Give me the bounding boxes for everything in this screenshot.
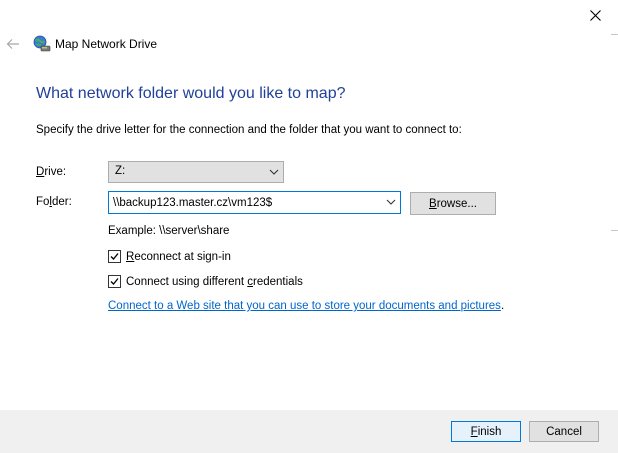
chevron-down-icon xyxy=(269,169,279,175)
folder-combobox[interactable] xyxy=(108,191,401,214)
main-heading: What network folder would you like to ma… xyxy=(36,85,346,102)
link-suffix: . xyxy=(500,300,505,312)
checkbox-box[interactable] xyxy=(108,250,121,263)
drive-value: Z: xyxy=(115,165,126,177)
credentials-label: Connect using different credentials xyxy=(126,275,303,288)
instruction-text: Specify the drive letter for the connect… xyxy=(36,124,462,136)
window-edge xyxy=(611,30,618,240)
example-text: Example: \\server\share xyxy=(108,225,230,237)
checkbox-box[interactable] xyxy=(108,275,121,288)
different-credentials-checkbox[interactable]: Connect using different credentials xyxy=(108,275,303,288)
reconnect-checkbox[interactable]: Reconnect at sign-in xyxy=(108,250,231,263)
chevron-down-icon[interactable] xyxy=(386,197,396,207)
drive-dropdown[interactable]: Z: xyxy=(108,161,284,183)
browse-button[interactable]: Browse... xyxy=(410,192,496,215)
reconnect-label: Reconnect at sign-in xyxy=(126,250,231,263)
cancel-button[interactable]: Cancel xyxy=(529,421,599,442)
map-network-drive-dialog: Map Network Drive What network folder wo… xyxy=(0,0,618,453)
back-button[interactable] xyxy=(4,34,22,54)
checkmark-icon xyxy=(110,278,119,285)
footer-bar xyxy=(0,410,618,453)
close-button[interactable] xyxy=(580,2,610,28)
network-drive-icon xyxy=(33,35,51,53)
close-icon xyxy=(589,9,601,21)
web-link-row: Connect to a Web site that you can use t… xyxy=(108,300,504,312)
folder-input[interactable] xyxy=(113,194,375,211)
finish-button[interactable]: Finish xyxy=(451,421,521,442)
drive-label: Drive: xyxy=(36,166,67,178)
folder-label: Folder: xyxy=(36,196,72,208)
window-title: Map Network Drive xyxy=(55,37,158,51)
web-site-link[interactable]: Connect to a Web site that you can use t… xyxy=(108,300,501,312)
back-arrow-icon xyxy=(6,39,19,49)
checkmark-icon xyxy=(110,253,119,260)
